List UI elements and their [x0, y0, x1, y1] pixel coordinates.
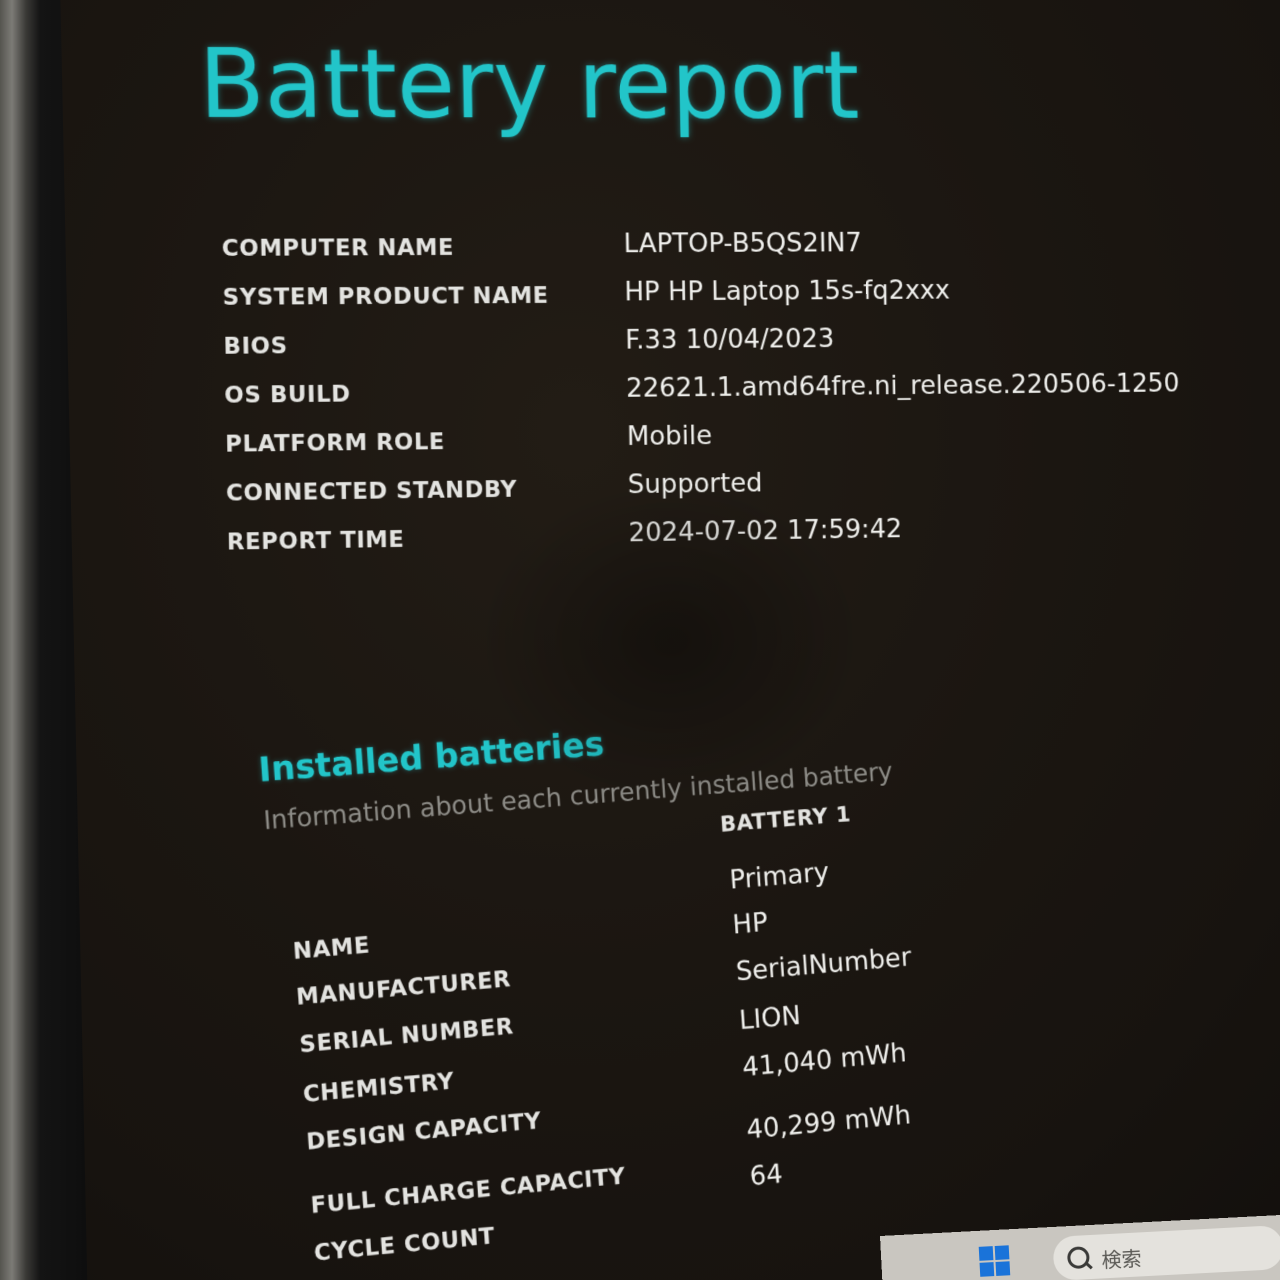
info-label: SYSTEM PRODUCT NAME: [222, 283, 549, 311]
battery-label: NAME: [292, 932, 371, 965]
info-label: CONNECTED STANDBY: [225, 476, 518, 507]
battery-value: LION: [738, 1000, 802, 1037]
windows-logo-icon[interactable]: [978, 1245, 1011, 1277]
info-row-bios: BIOS F.33 10/04/2023: [223, 324, 834, 383]
info-row-computer-name: COMPUTER NAME LAPTOP-B5QS2IN7: [222, 228, 863, 285]
battery-value: 41,040 mWh: [741, 1037, 908, 1083]
taskbar-search-box[interactable]: 検索: [1052, 1224, 1280, 1280]
search-placeholder: 検索: [1100, 1246, 1143, 1273]
info-value: 22621.1.amd64fre.ni_release.220506-1250: [625, 368, 1180, 404]
battery-label: CHEMISTRY: [302, 1068, 456, 1108]
info-value: Mobile: [626, 420, 713, 452]
info-row-report-time: REPORT TIME 2024-07-02 17:59:42: [227, 514, 903, 579]
info-value: 2024-07-02 17:59:42: [628, 513, 903, 549]
info-row-os-build: OS BUILD 22621.1.amd64fre.ni_release.220…: [224, 368, 1180, 432]
info-label: PLATFORM ROLE: [224, 429, 446, 458]
photo-frame: Battery report COMPUTER NAME LAPTOP-B5QS…: [0, 0, 1280, 1280]
installed-batteries-title: Installed batteries: [257, 724, 606, 791]
info-value: F.33 10/04/2023: [624, 323, 835, 356]
battery-column-header: BATTERY 1: [719, 802, 852, 838]
page-title: Battery report: [198, 27, 860, 141]
battery-label: DESIGN CAPACITY: [305, 1108, 543, 1156]
info-label: COMPUTER NAME: [221, 235, 455, 262]
info-row-connected-standby: CONNECTED STANDBY Supported: [226, 468, 763, 530]
battery-label: CYCLE COUNT: [313, 1223, 496, 1267]
info-row-platform-role: PLATFORM ROLE Mobile: [225, 420, 712, 481]
battery-value: Primary: [728, 857, 830, 896]
battery-value: SerialNumber: [734, 942, 913, 988]
battery-value: 40,299 mWh: [745, 1099, 912, 1146]
battery-report-page: Battery report COMPUTER NAME LAPTOP-B5QS…: [0, 0, 1245, 1280]
battery-label: MANUFACTURER: [295, 966, 512, 1011]
info-label: BIOS: [223, 333, 288, 360]
search-icon: [1066, 1246, 1090, 1270]
info-value: Supported: [627, 467, 763, 501]
battery-label: FULL CHARGE CAPACITY: [309, 1163, 627, 1219]
battery-value: 64: [748, 1158, 784, 1193]
info-label: REPORT TIME: [226, 526, 405, 556]
info-value: HP HP Laptop 15s-fq2xxx: [624, 275, 951, 308]
info-row-system-product-name: SYSTEM PRODUCT NAME HP HP Laptop 15s-fq2…: [222, 275, 950, 334]
info-value: LAPTOP-B5QS2IN7: [623, 227, 863, 260]
system-info-table: COMPUTER NAME LAPTOP-B5QS2IN7 SYSTEM PRO…: [222, 228, 1180, 579]
info-label: OS BUILD: [224, 381, 351, 409]
battery-value: HP: [731, 907, 769, 941]
battery-label: SERIAL NUMBER: [298, 1013, 515, 1059]
